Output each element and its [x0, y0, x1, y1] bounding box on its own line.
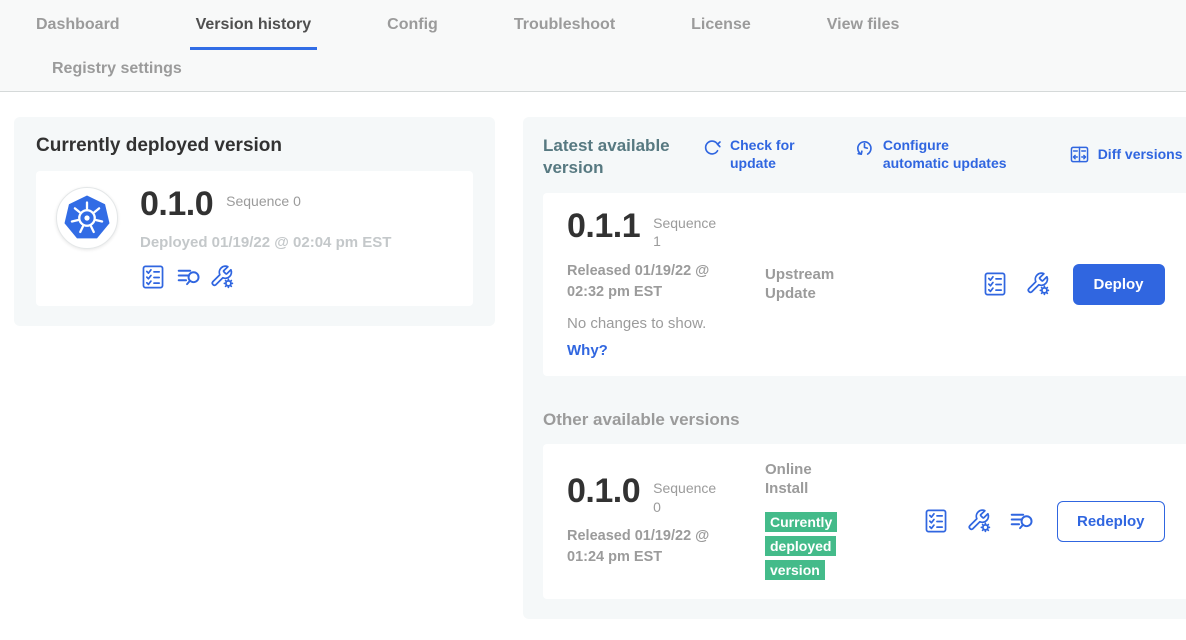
config-wrench-icon[interactable]	[966, 508, 992, 534]
latest-version-info: 0.1.1 Sequence 1 Released 01/19/22 @ 02:…	[567, 209, 765, 359]
latest-available-header: Latest available version Check for updat…	[543, 135, 1186, 179]
other-version-info: 0.1.0 Sequence 0 Released 01/19/22 @ 01:…	[567, 474, 765, 567]
other-available-versions-title: Other available versions	[543, 410, 1186, 430]
latest-version-actions: Deploy	[982, 264, 1165, 305]
tab-registry-settings[interactable]: Registry settings	[46, 60, 188, 78]
checklist-icon[interactable]	[982, 271, 1008, 297]
deployed-version-actions	[140, 264, 391, 290]
other-source-column: Online Install Currently deployed versio…	[765, 460, 923, 583]
deployed-timestamp: Deployed 01/19/22 @ 02:04 pm EST	[140, 234, 391, 251]
latest-source-column: Upstream Update	[765, 265, 923, 304]
tab-config[interactable]: Config	[381, 16, 444, 50]
latest-available-panel: Latest available version Check for updat…	[523, 117, 1186, 619]
other-version-card: 0.1.0 Sequence 0 Released 01/19/22 @ 01:…	[543, 444, 1186, 599]
tab-view-files[interactable]: View files	[821, 16, 906, 50]
other-source-label: Online Install	[765, 460, 839, 499]
release-notes-search-icon[interactable]	[1009, 508, 1035, 534]
deployed-version-number: 0.1.0	[140, 187, 213, 221]
other-sequence-label: Sequence 0	[653, 479, 719, 515]
diff-versions-link[interactable]: Diff versions	[1069, 137, 1183, 172]
latest-version-card: 0.1.1 Sequence 1 Released 01/19/22 @ 02:…	[543, 193, 1186, 375]
tab-dashboard[interactable]: Dashboard	[30, 16, 126, 50]
tab-license[interactable]: License	[685, 16, 757, 50]
other-version-number: 0.1.0	[567, 474, 640, 508]
nav-tabs-row-1: Dashboard Version history Config Trouble…	[0, 0, 1186, 50]
latest-available-actions: Check for update Configure automatic upd…	[695, 135, 1186, 172]
check-for-update-link[interactable]: Check for update	[701, 137, 800, 172]
release-notes-search-icon[interactable]	[176, 264, 202, 290]
latest-released-timestamp: Released 01/19/22 @ 02:32 pm EST	[567, 261, 739, 303]
currently-deployed-badge: Currently deployed version	[765, 512, 837, 580]
configure-automatic-updates-link[interactable]: Configure automatic updates	[854, 137, 1015, 172]
no-changes-text: No changes to show.	[567, 315, 765, 332]
clock-refresh-icon	[854, 137, 875, 158]
app-logo	[56, 187, 118, 249]
check-for-update-label: Check for update	[730, 137, 800, 172]
configure-automatic-updates-label: Configure automatic updates	[883, 137, 1015, 172]
diff-versions-label: Diff versions	[1098, 146, 1183, 164]
refresh-icon	[701, 137, 722, 158]
deploy-button[interactable]: Deploy	[1073, 264, 1165, 305]
diff-icon	[1069, 144, 1090, 165]
nav-tabs-row-2: Registry settings	[0, 50, 1186, 91]
currently-deployed-badge-wrap: Currently deployed version	[765, 511, 859, 583]
latest-available-title: Latest available version	[543, 135, 695, 179]
config-wrench-icon[interactable]	[209, 264, 235, 290]
latest-source-label: Upstream Update	[765, 265, 839, 304]
redeploy-button[interactable]: Redeploy	[1057, 501, 1165, 542]
kubernetes-logo-icon	[62, 193, 112, 243]
tab-version-history[interactable]: Version history	[190, 16, 318, 50]
tab-troubleshoot[interactable]: Troubleshoot	[508, 16, 621, 50]
why-link[interactable]: Why?	[567, 342, 608, 359]
other-released-timestamp: Released 01/19/22 @ 01:24 pm EST	[567, 526, 739, 568]
latest-version-number: 0.1.1	[567, 209, 640, 243]
checklist-icon[interactable]	[140, 264, 166, 290]
config-wrench-icon[interactable]	[1025, 271, 1051, 297]
checklist-icon[interactable]	[923, 508, 949, 534]
deployed-version-card: 0.1.0 Sequence 0 Deployed 01/19/22 @ 02:…	[36, 171, 473, 306]
currently-deployed-title: Currently deployed version	[36, 135, 473, 157]
deployed-sequence-label: Sequence 0	[226, 192, 301, 210]
deployed-version-details: 0.1.0 Sequence 0 Deployed 01/19/22 @ 02:…	[140, 187, 391, 290]
currently-deployed-panel: Currently deployed version 0.1.0 Sequenc…	[14, 117, 495, 326]
main-content: Currently deployed version 0.1.0 Sequenc…	[0, 92, 1186, 619]
top-navbar: Dashboard Version history Config Trouble…	[0, 0, 1186, 92]
other-version-actions: Redeploy	[923, 501, 1165, 542]
latest-sequence-label: Sequence 1	[653, 214, 719, 250]
